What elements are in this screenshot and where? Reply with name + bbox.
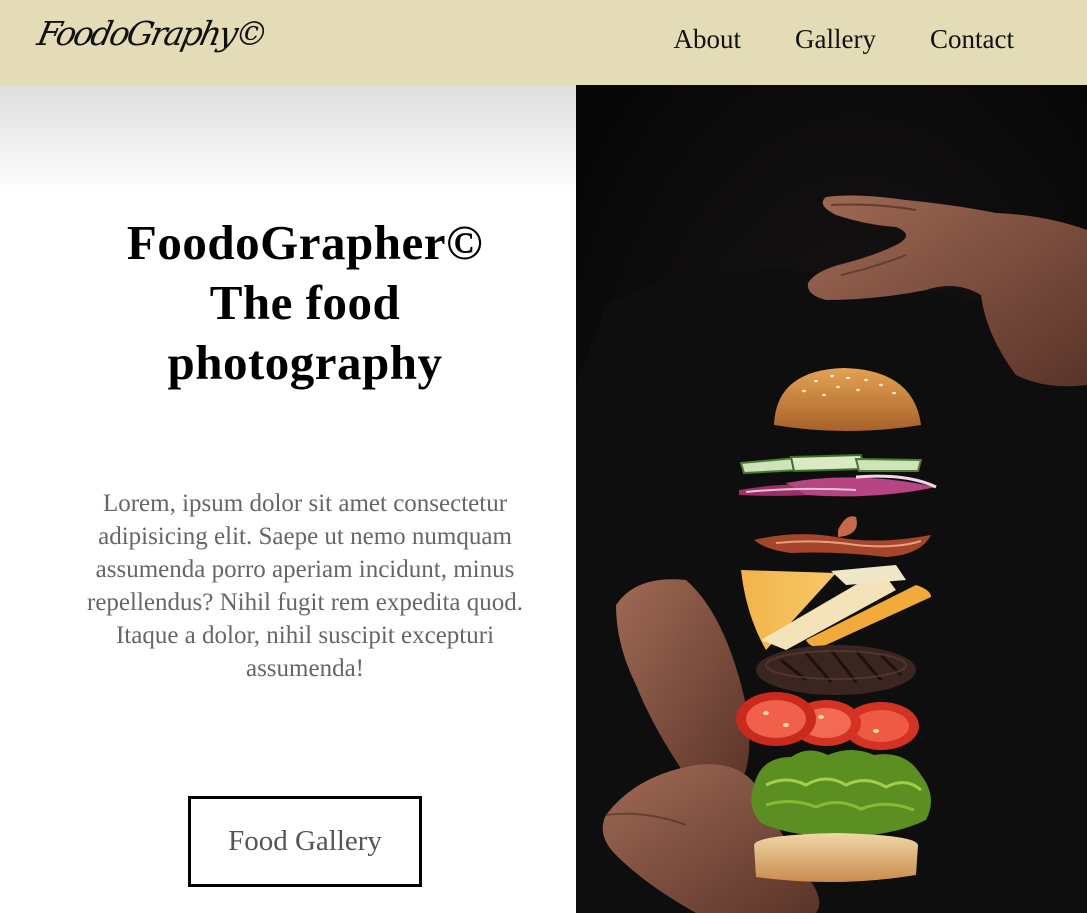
nav-link-gallery[interactable]: Gallery <box>795 22 876 56</box>
page-title: FoodoGrapher© The food photography <box>72 213 538 393</box>
main-nav: About Gallery Contact <box>620 22 1014 56</box>
floating-burger-photo <box>576 85 1087 913</box>
bottom-bun <box>754 833 918 883</box>
title-line-2: The food <box>209 275 401 330</box>
hero-image <box>576 85 1087 913</box>
food-gallery-button[interactable]: Food Gallery <box>188 796 422 887</box>
intro-paragraph: Lorem, ipsum dolor sit amet consectetur … <box>87 490 523 682</box>
hero-text-panel: FoodoGrapher© The food photography Lorem… <box>0 85 576 913</box>
top-navbar: FoodoGraphy© About Gallery Contact <box>0 0 1087 85</box>
brand-logo[interactable]: FoodoGraphy© <box>34 14 270 53</box>
beef-patty <box>756 645 916 695</box>
nav-link-about[interactable]: About <box>674 22 742 56</box>
title-line-3: photography <box>167 335 443 390</box>
nav-link-contact[interactable]: Contact <box>930 22 1014 56</box>
title-line-1: FoodoGrapher© <box>126 215 484 270</box>
lettuce-leaves <box>751 750 931 837</box>
